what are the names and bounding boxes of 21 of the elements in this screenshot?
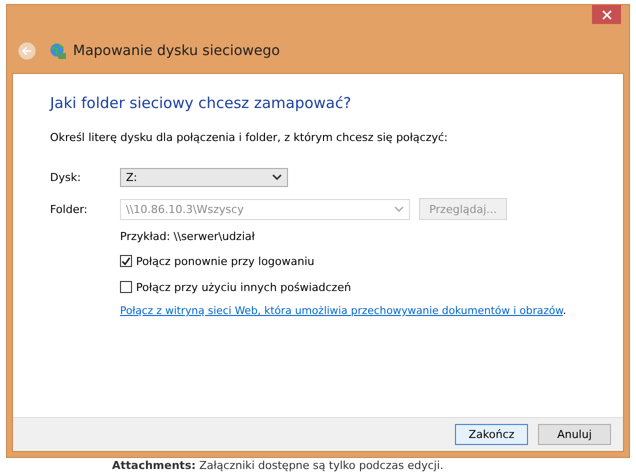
checkbox[interactable]: [120, 281, 132, 293]
close-icon: [602, 10, 612, 20]
folder-label: Folder:: [50, 202, 89, 216]
network-drive-icon: [49, 42, 67, 60]
chevron-down-icon: [272, 174, 282, 180]
window-title: Mapowanie dysku sieciowego: [73, 43, 280, 59]
drive-label: Dysk:: [50, 170, 82, 184]
link-period: .: [562, 305, 566, 317]
close-button[interactable]: [592, 5, 621, 24]
background-text: Attachments: Załączniki dostępne są tylko podczas edycji.: [112, 459, 444, 472]
example-text: Przykład: \\serwer\udział: [120, 230, 256, 243]
instruction-text: Określ literę dysku dla połączenia i folder, z którym chcesz się połączyć:: [50, 131, 449, 144]
cancel-button[interactable]: Anuluj: [538, 424, 611, 445]
dialog-heading: Jaki folder sieciowy chcesz zamapować?: [50, 94, 352, 112]
checkbox[interactable]: [120, 255, 132, 267]
checkbox-label: Połącz przy użyciu innych poświadczeń: [136, 280, 352, 294]
checkbox-label: Połącz ponownie przy logowaniu: [136, 254, 314, 268]
website-link[interactable]: Połącz z witryną sieci Web, która umożliwia przechowywanie dokumentów i obrazów: [120, 305, 563, 317]
chevron-down-icon: [394, 206, 404, 212]
drive-dropdown[interactable]: Z:: [120, 168, 288, 186]
finish-button[interactable]: Zakończ: [455, 424, 528, 445]
